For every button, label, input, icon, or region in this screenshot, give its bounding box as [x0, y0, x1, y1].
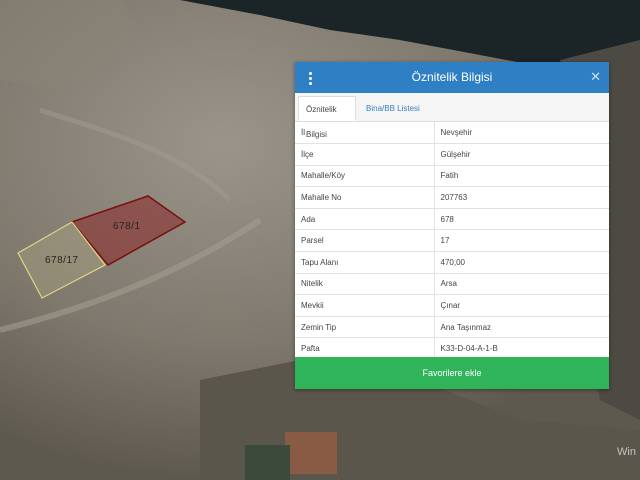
- table-row: Mahalle/Köy Fatih: [295, 165, 609, 188]
- panel-header: Öznitelik Bilgisi ✕: [295, 62, 609, 93]
- row-key: Nitelik: [295, 273, 435, 296]
- row-key: Mahalle No: [295, 186, 435, 209]
- table-row: Nitelik Arsa: [295, 273, 609, 296]
- table-row: Mevkii Çınar: [295, 294, 609, 317]
- row-value: Arsa: [434, 273, 609, 296]
- row-value: Ana Taşınmaz: [434, 316, 609, 339]
- row-key: Parsel: [295, 229, 435, 253]
- row-key: Ada: [295, 208, 435, 231]
- table-row: Ada 678: [295, 208, 609, 231]
- close-icon[interactable]: ✕: [590, 69, 601, 85]
- row-key: Zemin Tip: [295, 316, 435, 339]
- add-to-favorites-button[interactable]: Favorilere ekle: [295, 357, 609, 389]
- row-value: 678: [434, 208, 609, 231]
- row-value: 470,00: [434, 251, 609, 274]
- row-value: Fatih: [434, 165, 609, 188]
- row-value: 207763: [434, 186, 609, 209]
- parcel-label-678-1: 678/1: [113, 221, 141, 232]
- table-row: Mahalle No 207763: [295, 186, 609, 209]
- row-value: 17: [434, 229, 609, 253]
- attribute-table: İl Nevşehir İlçe Gülşehir Mahalle/Köy Fatih…: [295, 122, 609, 361]
- row-value: Çınar: [434, 294, 609, 317]
- tab-building-list[interactable]: Bina/BB Listesi: [359, 96, 427, 121]
- row-key: Mahalle/Köy: [295, 165, 435, 188]
- row-value: Gülşehir: [434, 143, 609, 166]
- row-key: Tapu Alanı: [295, 251, 435, 274]
- tab-attribute-info[interactable]: Öznitelik Bilgisi: [298, 96, 356, 139]
- table-row: Tapu Alanı 470,00: [295, 251, 609, 274]
- table-row: Zemin Tip Ana Taşınmaz: [295, 316, 609, 339]
- attribute-panel: Öznitelik Bilgisi ✕ Öznitelik Bilgisi Bi…: [295, 62, 609, 389]
- windows-watermark: Win: [617, 446, 636, 458]
- panel-title: Öznitelik Bilgisi: [411, 70, 493, 84]
- row-key: Mevkii: [295, 294, 435, 317]
- table-row: İl Nevşehir: [295, 122, 609, 145]
- table-row: İlçe Gülşehir: [295, 143, 609, 166]
- panel-tabs: Öznitelik Bilgisi Bina/BB Listesi: [295, 93, 609, 139]
- row-value: Nevşehir: [434, 122, 609, 145]
- table-row: Parsel 17: [295, 229, 609, 253]
- parcel-label-678-17: 678/17: [45, 255, 79, 266]
